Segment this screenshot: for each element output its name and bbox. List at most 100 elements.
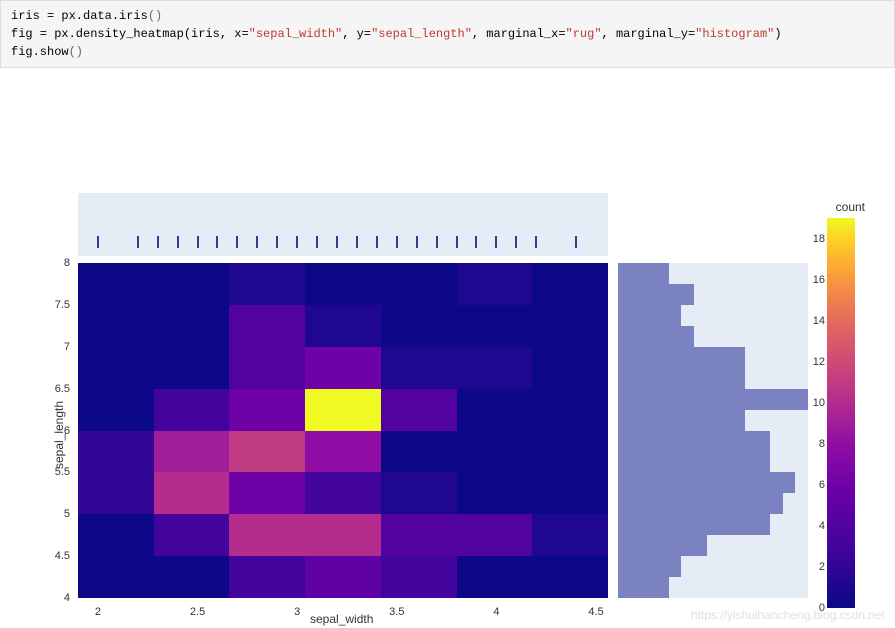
code-l2f: "rug" bbox=[566, 27, 602, 41]
heatmap-cell[interactable] bbox=[154, 556, 230, 598]
histogram-bar[interactable] bbox=[618, 347, 745, 368]
heatmap-cell[interactable] bbox=[532, 346, 608, 388]
marginal-y-histogram[interactable] bbox=[618, 263, 808, 598]
heatmap-cell[interactable] bbox=[381, 430, 457, 472]
heatmap-cell[interactable] bbox=[532, 472, 608, 514]
heatmap-cell[interactable] bbox=[305, 514, 381, 556]
rug-tick bbox=[276, 236, 278, 248]
heatmap-cell[interactable] bbox=[457, 556, 533, 598]
heatmap-cell[interactable] bbox=[532, 514, 608, 556]
x-tick-label: 3.5 bbox=[389, 606, 404, 618]
heatmap-cell[interactable] bbox=[154, 346, 230, 388]
heatmap-cell[interactable] bbox=[305, 472, 381, 514]
marginal-x-rug[interactable] bbox=[78, 193, 608, 256]
y-tick-label: 5.5 bbox=[40, 466, 70, 478]
colorbar[interactable] bbox=[827, 218, 855, 608]
heatmap-cell[interactable] bbox=[305, 263, 381, 305]
heatmap-cell[interactable] bbox=[229, 430, 305, 472]
y-tick-label: 4.5 bbox=[40, 550, 70, 562]
colorbar-title: count bbox=[836, 200, 865, 214]
histogram-bar[interactable] bbox=[618, 368, 745, 389]
heatmap-cell[interactable] bbox=[457, 263, 533, 305]
heatmap-cell[interactable] bbox=[78, 430, 154, 472]
heatmap-cell[interactable] bbox=[381, 514, 457, 556]
heatmap-cell[interactable] bbox=[532, 263, 608, 305]
colorbar-tick-label: 16 bbox=[813, 274, 825, 286]
rug-tick bbox=[495, 236, 497, 248]
heatmap-cell[interactable] bbox=[381, 472, 457, 514]
rug-tick bbox=[396, 236, 398, 248]
heatmap-cell[interactable] bbox=[305, 430, 381, 472]
heatmap-cell[interactable] bbox=[229, 304, 305, 346]
histogram-bar[interactable] bbox=[618, 535, 707, 556]
heatmap-cell[interactable] bbox=[305, 346, 381, 388]
heatmap-cell[interactable] bbox=[229, 346, 305, 388]
rug-tick bbox=[216, 236, 218, 248]
histogram-bar[interactable] bbox=[618, 326, 694, 347]
heatmap-cell[interactable] bbox=[305, 556, 381, 598]
heatmap-cell[interactable] bbox=[457, 430, 533, 472]
heatmap-cell[interactable] bbox=[229, 263, 305, 305]
code-l3a: fig.show bbox=[11, 45, 69, 59]
histogram-bar[interactable] bbox=[618, 472, 795, 493]
heatmap-cell[interactable] bbox=[78, 472, 154, 514]
rug-tick bbox=[177, 236, 179, 248]
heatmap-cell[interactable] bbox=[381, 346, 457, 388]
heatmap-cell[interactable] bbox=[154, 430, 230, 472]
heatmap-cell[interactable] bbox=[457, 388, 533, 430]
heatmap-cell[interactable] bbox=[154, 514, 230, 556]
histogram-bar[interactable] bbox=[618, 493, 783, 514]
heatmap-cell[interactable] bbox=[305, 388, 381, 430]
heatmap-cell[interactable] bbox=[457, 472, 533, 514]
heatmap-cell[interactable] bbox=[532, 556, 608, 598]
colorbar-tick-label: 2 bbox=[819, 561, 825, 573]
colorbar-tick-label: 6 bbox=[819, 479, 825, 491]
heatmap-cell[interactable] bbox=[457, 346, 533, 388]
heatmap-cell[interactable] bbox=[78, 346, 154, 388]
heatmap-cell[interactable] bbox=[532, 388, 608, 430]
heatmap-cell[interactable] bbox=[381, 556, 457, 598]
histogram-bar[interactable] bbox=[618, 451, 770, 472]
colorbar-tick-label: 18 bbox=[813, 233, 825, 245]
heatmap-cell[interactable] bbox=[532, 304, 608, 346]
heatmap-cell[interactable] bbox=[229, 472, 305, 514]
heatmap-cell[interactable] bbox=[154, 472, 230, 514]
heatmap-cell[interactable] bbox=[381, 263, 457, 305]
heatmap-cell[interactable] bbox=[154, 304, 230, 346]
heatmap-cell[interactable] bbox=[381, 304, 457, 346]
heatmap-cell[interactable] bbox=[229, 514, 305, 556]
rug-tick bbox=[436, 236, 438, 248]
heatmap-cell[interactable] bbox=[305, 304, 381, 346]
heatmap-cell[interactable] bbox=[154, 263, 230, 305]
histogram-bar[interactable] bbox=[618, 431, 770, 452]
histogram-bar[interactable] bbox=[618, 389, 808, 410]
heatmap-cell[interactable] bbox=[78, 514, 154, 556]
heatmap-cell[interactable] bbox=[381, 388, 457, 430]
heatmap-cell[interactable] bbox=[78, 556, 154, 598]
histogram-bar[interactable] bbox=[618, 556, 681, 577]
code-l2g: , marginal_y= bbox=[602, 27, 696, 41]
rug-tick bbox=[157, 236, 159, 248]
heatmap-cell[interactable] bbox=[229, 388, 305, 430]
histogram-bar[interactable] bbox=[618, 263, 669, 284]
heatmap-cell[interactable] bbox=[154, 388, 230, 430]
heatmap-cell[interactable] bbox=[229, 556, 305, 598]
heatmap[interactable] bbox=[78, 263, 608, 598]
histogram-bar[interactable] bbox=[618, 305, 681, 326]
chart-area[interactable]: sepal_length sepal_width 87.576.565.554.… bbox=[0, 108, 895, 628]
histogram-bar[interactable] bbox=[618, 284, 694, 305]
rug-tick bbox=[97, 236, 99, 248]
histogram-bar[interactable] bbox=[618, 410, 745, 431]
heatmap-cell[interactable] bbox=[532, 430, 608, 472]
histogram-bar[interactable] bbox=[618, 577, 669, 598]
watermark: https://yishuihancheng.blog.csdn.net bbox=[691, 608, 885, 622]
rug-tick bbox=[575, 236, 577, 248]
heatmap-cell[interactable] bbox=[78, 388, 154, 430]
histogram-bar[interactable] bbox=[618, 514, 770, 535]
y-tick-label: 7.5 bbox=[40, 299, 70, 311]
rug-tick bbox=[296, 236, 298, 248]
heatmap-cell[interactable] bbox=[78, 304, 154, 346]
heatmap-cell[interactable] bbox=[457, 304, 533, 346]
heatmap-cell[interactable] bbox=[78, 263, 154, 305]
heatmap-cell[interactable] bbox=[457, 514, 533, 556]
